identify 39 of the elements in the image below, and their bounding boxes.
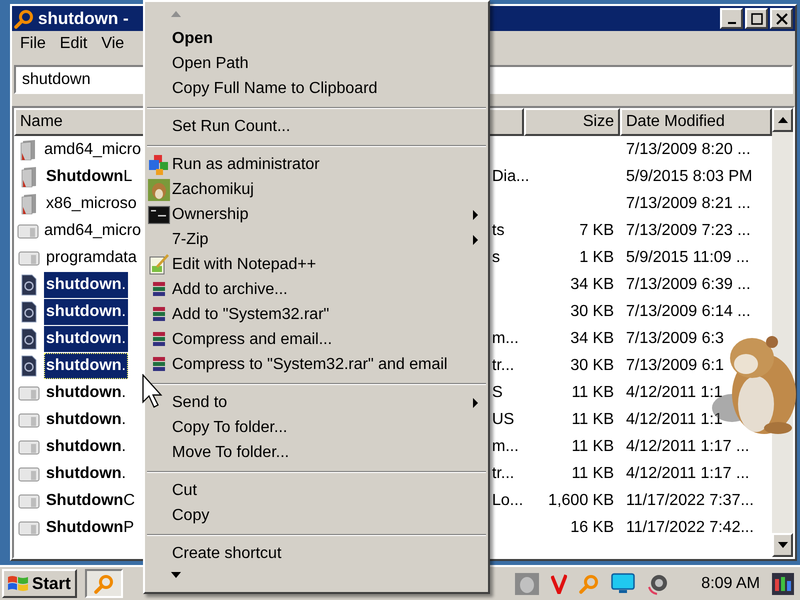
table-cell: S: [492, 384, 503, 400]
file-size: 16 KB: [570, 518, 614, 538]
file-size: 1,600 KB: [548, 490, 614, 510]
file-size: 7 KB: [579, 220, 614, 240]
table-cell: s: [492, 248, 500, 266]
date-modified: 11/17/2022 7:42...: [626, 518, 754, 536]
table-cell: tr...: [492, 356, 514, 374]
file-size: 1 KB: [579, 248, 614, 268]
file-size: 11 KB: [572, 464, 614, 484]
date-modified: 11/17/2022 7:37...: [626, 492, 754, 508]
date-modified: 7/13/2009 6:14 ...: [626, 302, 751, 320]
window-title: shutdown -: [38, 8, 129, 30]
date-modified: 5/9/2015 11:09 ...: [626, 248, 750, 266]
clock: 8:09 AM: [701, 574, 760, 594]
table-cell: m...: [492, 330, 519, 346]
table-cell: Dia...: [492, 168, 530, 184]
file-size: 34 KB: [570, 274, 614, 294]
table-cell: US: [492, 410, 514, 428]
date-modified: 7/13/2009 7:23 ...: [626, 222, 751, 238]
table-cell: ts: [492, 222, 504, 238]
date-modified: 4/12/2011 1:17 ...: [626, 438, 750, 454]
date-modified: 7/13/2009 6:1: [626, 356, 724, 374]
file-size: 30 KB: [570, 356, 614, 376]
table-cell: Lo...: [492, 492, 524, 508]
date-modified: 4/12/2011 1:17 ...: [626, 464, 750, 482]
file-size: 30 KB: [570, 302, 614, 322]
file-size: 11 KB: [572, 382, 614, 402]
table-cell: tr...: [492, 464, 514, 482]
file-size: 34 KB: [570, 328, 614, 348]
date-modified: 7/13/2009 8:20 ...: [626, 140, 751, 158]
date-modified: 4/12/2011 1:1: [626, 410, 723, 428]
file-size: 11 KB: [572, 436, 614, 456]
date-modified: 7/13/2009 6:3: [626, 330, 724, 346]
date-modified: 7/13/2009 8:21 ...: [626, 194, 751, 212]
date-modified: 4/12/2011 1:1: [626, 384, 723, 400]
file-size: 11 KB: [572, 410, 614, 430]
date-modified: 7/13/2009 6:39 ...: [626, 276, 751, 292]
table-cell: m...: [492, 438, 519, 454]
date-modified: 5/9/2015 8:03 PM: [626, 168, 752, 184]
